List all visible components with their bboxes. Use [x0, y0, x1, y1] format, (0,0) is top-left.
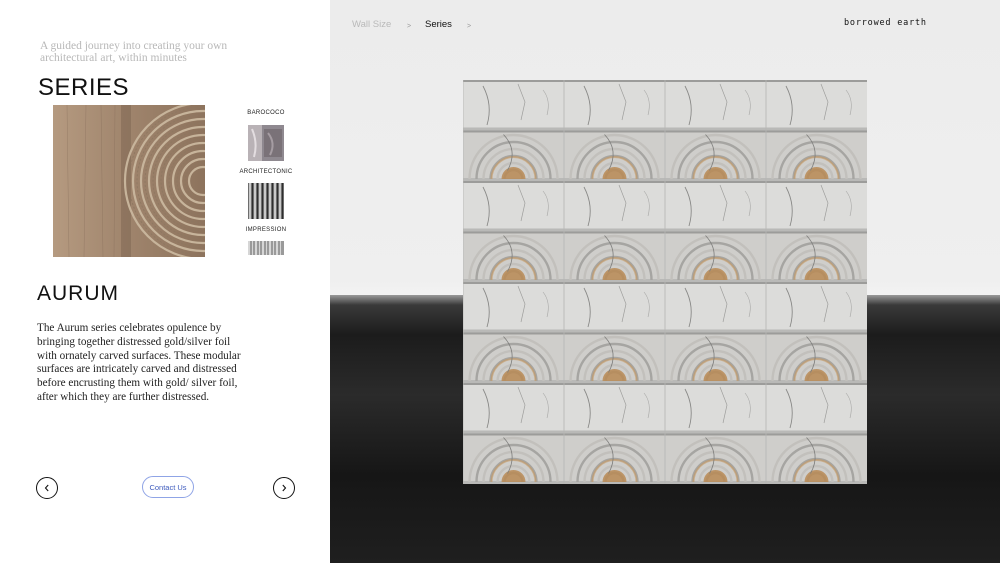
thumb-label-barococo: BAROCOCO [247, 110, 285, 116]
marble-band [462, 181, 867, 232]
selected-series-title: AURUM [37, 282, 119, 305]
thumb-label-impression: IMPRESSION [245, 227, 287, 233]
prev-button[interactable] [36, 477, 58, 499]
tile-pattern [462, 80, 867, 484]
chevron-left-icon [44, 484, 49, 492]
config-panel: A guided journey into creating your own … [0, 0, 330, 563]
thumb-label-architectonic: ARCHITECTONIC [239, 169, 293, 175]
carved-band [462, 332, 867, 383]
marble-band [462, 282, 867, 333]
brand-logo[interactable]: borrowed earth [844, 18, 927, 28]
preview-area: Wall Size > Series > borrowed earth [330, 0, 1000, 563]
next-button[interactable] [273, 477, 295, 499]
wall-preview [462, 80, 867, 484]
marble-band [462, 383, 867, 434]
series-feature-image [53, 105, 205, 257]
carved-band [462, 433, 867, 484]
chevron-right-icon [282, 484, 287, 492]
tagline: A guided journey into creating your own … [40, 40, 228, 64]
breadcrumb-separator: > [407, 23, 412, 30]
selected-series-description: The Aurum series celebrates opulence by … [37, 322, 241, 403]
breadcrumb-step-wall-size[interactable]: Wall Size [352, 19, 391, 30]
series-thumb-barococo[interactable] [248, 125, 284, 161]
breadcrumb-separator: > [467, 23, 472, 30]
marble-band [462, 80, 867, 131]
series-thumb-impression[interactable] [248, 241, 284, 255]
series-heading: SERIES [38, 74, 130, 101]
breadcrumb-step-series[interactable]: Series [425, 19, 452, 30]
series-thumb-architectonic[interactable] [248, 183, 284, 219]
carved-band [462, 130, 867, 181]
contact-us-button[interactable]: Contact Us [142, 476, 194, 498]
carved-band [462, 231, 867, 282]
